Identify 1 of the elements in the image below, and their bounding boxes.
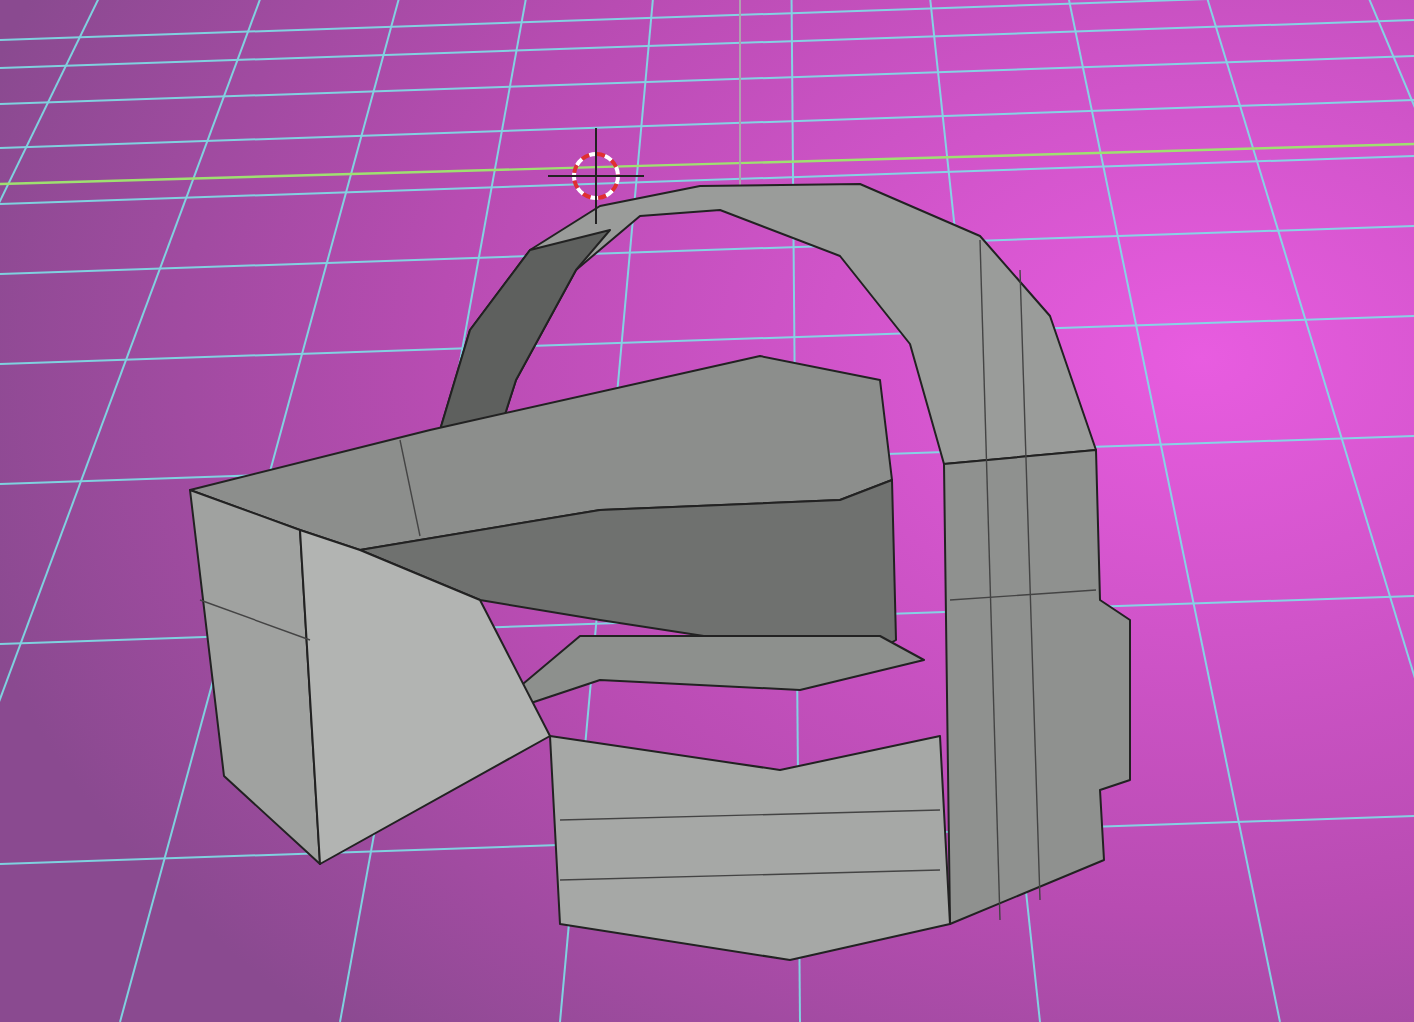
3d-cursor-icon[interactable] — [547, 127, 645, 225]
